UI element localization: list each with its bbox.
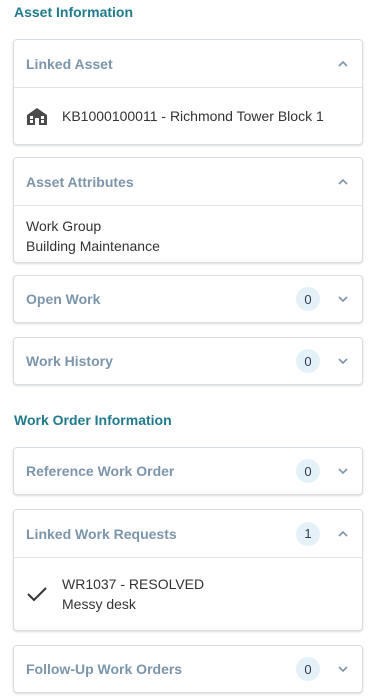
chevron-down-icon[interactable]: [336, 662, 350, 676]
work-history-title: Work History: [26, 353, 113, 369]
linked-asset-header[interactable]: Linked Asset: [14, 40, 362, 88]
work-history-header[interactable]: Work History 0: [14, 338, 362, 384]
linked-asset-title: Linked Asset: [26, 55, 113, 72]
reference-work-order-title: Reference Work Order: [26, 463, 175, 479]
open-work-title: Open Work: [26, 291, 101, 307]
open-work-count-badge: 0: [296, 287, 320, 311]
detail-panel: Asset Information Linked Asset KB1000100…: [0, 0, 372, 699]
chevron-down-icon[interactable]: [336, 464, 350, 478]
linked-work-request-item[interactable]: WR1037 - RESOLVED Messy desk: [14, 558, 362, 630]
open-work-card: Open Work 0: [13, 275, 363, 323]
check-icon: [26, 585, 48, 603]
asset-attributes-header[interactable]: Asset Attributes: [14, 158, 362, 206]
linked-asset-card: Linked Asset KB1000100011 - Richmond Tow…: [13, 39, 363, 145]
reference-work-order-card: Reference Work Order 0: [13, 447, 363, 495]
follow-up-work-orders-title: Follow-Up Work Orders: [26, 661, 183, 677]
reference-work-order-count-badge: 0: [296, 459, 320, 483]
work-request-title: WR1037 - RESOLVED: [62, 576, 205, 592]
follow-up-work-orders-card: Follow-Up Work Orders 0: [13, 645, 363, 693]
asset-attributes-body: Work Group Building Maintenance: [14, 206, 362, 256]
linked-work-requests-title: Linked Work Requests: [26, 525, 177, 542]
building-icon: [26, 106, 48, 126]
linked-asset-value[interactable]: KB1000100011 - Richmond Tower Block 1: [62, 108, 324, 124]
follow-up-work-orders-header[interactable]: Follow-Up Work Orders 0: [14, 646, 362, 692]
follow-up-work-orders-count-badge: 0: [296, 657, 320, 681]
chevron-up-icon[interactable]: [336, 527, 350, 541]
asset-attributes-card: Asset Attributes Work Group Building Mai…: [13, 157, 363, 263]
reference-work-order-header[interactable]: Reference Work Order 0: [14, 448, 362, 494]
chevron-down-icon[interactable]: [336, 292, 350, 306]
chevron-up-icon[interactable]: [336, 175, 350, 189]
asset-attributes-title: Asset Attributes: [26, 173, 134, 190]
linked-work-requests-count-badge: 1: [296, 521, 320, 546]
work-history-count-badge: 0: [296, 349, 320, 373]
attribute-value: Building Maintenance: [26, 238, 160, 254]
work-request-subtitle: Messy desk: [62, 596, 136, 612]
linked-work-requests-card: Linked Work Requests 1 WR1037 - RESOLVED…: [13, 509, 363, 631]
work-order-information-heading: Work Order Information: [14, 412, 172, 428]
asset-information-heading: Asset Information: [14, 4, 134, 20]
chevron-up-icon[interactable]: [336, 57, 350, 71]
linked-work-requests-header[interactable]: Linked Work Requests 1: [14, 510, 362, 558]
linked-asset-body: KB1000100011 - Richmond Tower Block 1: [14, 88, 362, 144]
attribute-label: Work Group: [26, 218, 102, 234]
open-work-header[interactable]: Open Work 0: [14, 276, 362, 322]
chevron-down-icon[interactable]: [336, 354, 350, 368]
work-history-card: Work History 0: [13, 337, 363, 385]
